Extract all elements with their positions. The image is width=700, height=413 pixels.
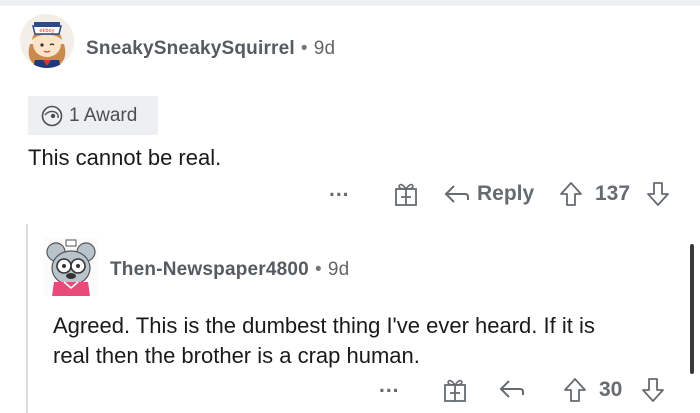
gift-icon[interactable] (393, 180, 419, 208)
avatar[interactable] (44, 238, 98, 296)
thread-line[interactable] (26, 224, 28, 413)
comment-body-line: Agreed. This is the dumbest thing I've e… (53, 313, 595, 338)
score: 30 (599, 378, 623, 401)
reply-label: Reply (477, 182, 535, 205)
comment-body: Agreed. This is the dumbest thing I've e… (53, 311, 595, 371)
avatar[interactable]: ekboy (20, 14, 74, 68)
more-options-button[interactable]: ... (379, 374, 400, 398)
vote-score: 30 (599, 378, 622, 402)
vote-score: 137 (595, 182, 630, 206)
reply-button[interactable]: Reply (443, 182, 534, 206)
downvote-icon[interactable] (641, 377, 665, 403)
comment-author[interactable]: SneakySneakySquirrel • 9d (86, 38, 335, 60)
username[interactable]: SneakySneakySquirrel (86, 38, 295, 59)
score: 137 (595, 182, 631, 205)
timestamp: 9d (327, 259, 350, 280)
comment-author[interactable]: Then-Newspaper4800 • 9d (110, 259, 349, 281)
more-options-button[interactable]: ... (329, 178, 350, 202)
gift-icon[interactable] (442, 376, 468, 404)
separator-dot: • (300, 38, 308, 59)
separator-dot: • (314, 259, 322, 280)
comment-body: This cannot be real. (28, 145, 222, 170)
upvote-icon[interactable] (559, 181, 583, 207)
comment-body-line: real then the brother is a crap human. (53, 343, 420, 368)
scrollbar[interactable] (690, 244, 694, 374)
reply-arrow-icon (444, 185, 469, 203)
top-divider (0, 0, 700, 6)
username[interactable]: Then-Newspaper4800 (110, 259, 309, 280)
upvote-icon[interactable] (563, 377, 587, 403)
timestamp: 9d (313, 38, 336, 59)
reply-arrow-icon[interactable] (498, 378, 526, 400)
more-icon: ... (379, 374, 400, 397)
award-icon (41, 105, 63, 126)
downvote-icon[interactable] (646, 181, 670, 207)
award-badge[interactable]: 1 Award (28, 96, 158, 135)
award-label: 1 Award (69, 104, 138, 126)
more-icon: ... (329, 178, 350, 201)
avatar-hat-text: ekboy (39, 28, 54, 34)
